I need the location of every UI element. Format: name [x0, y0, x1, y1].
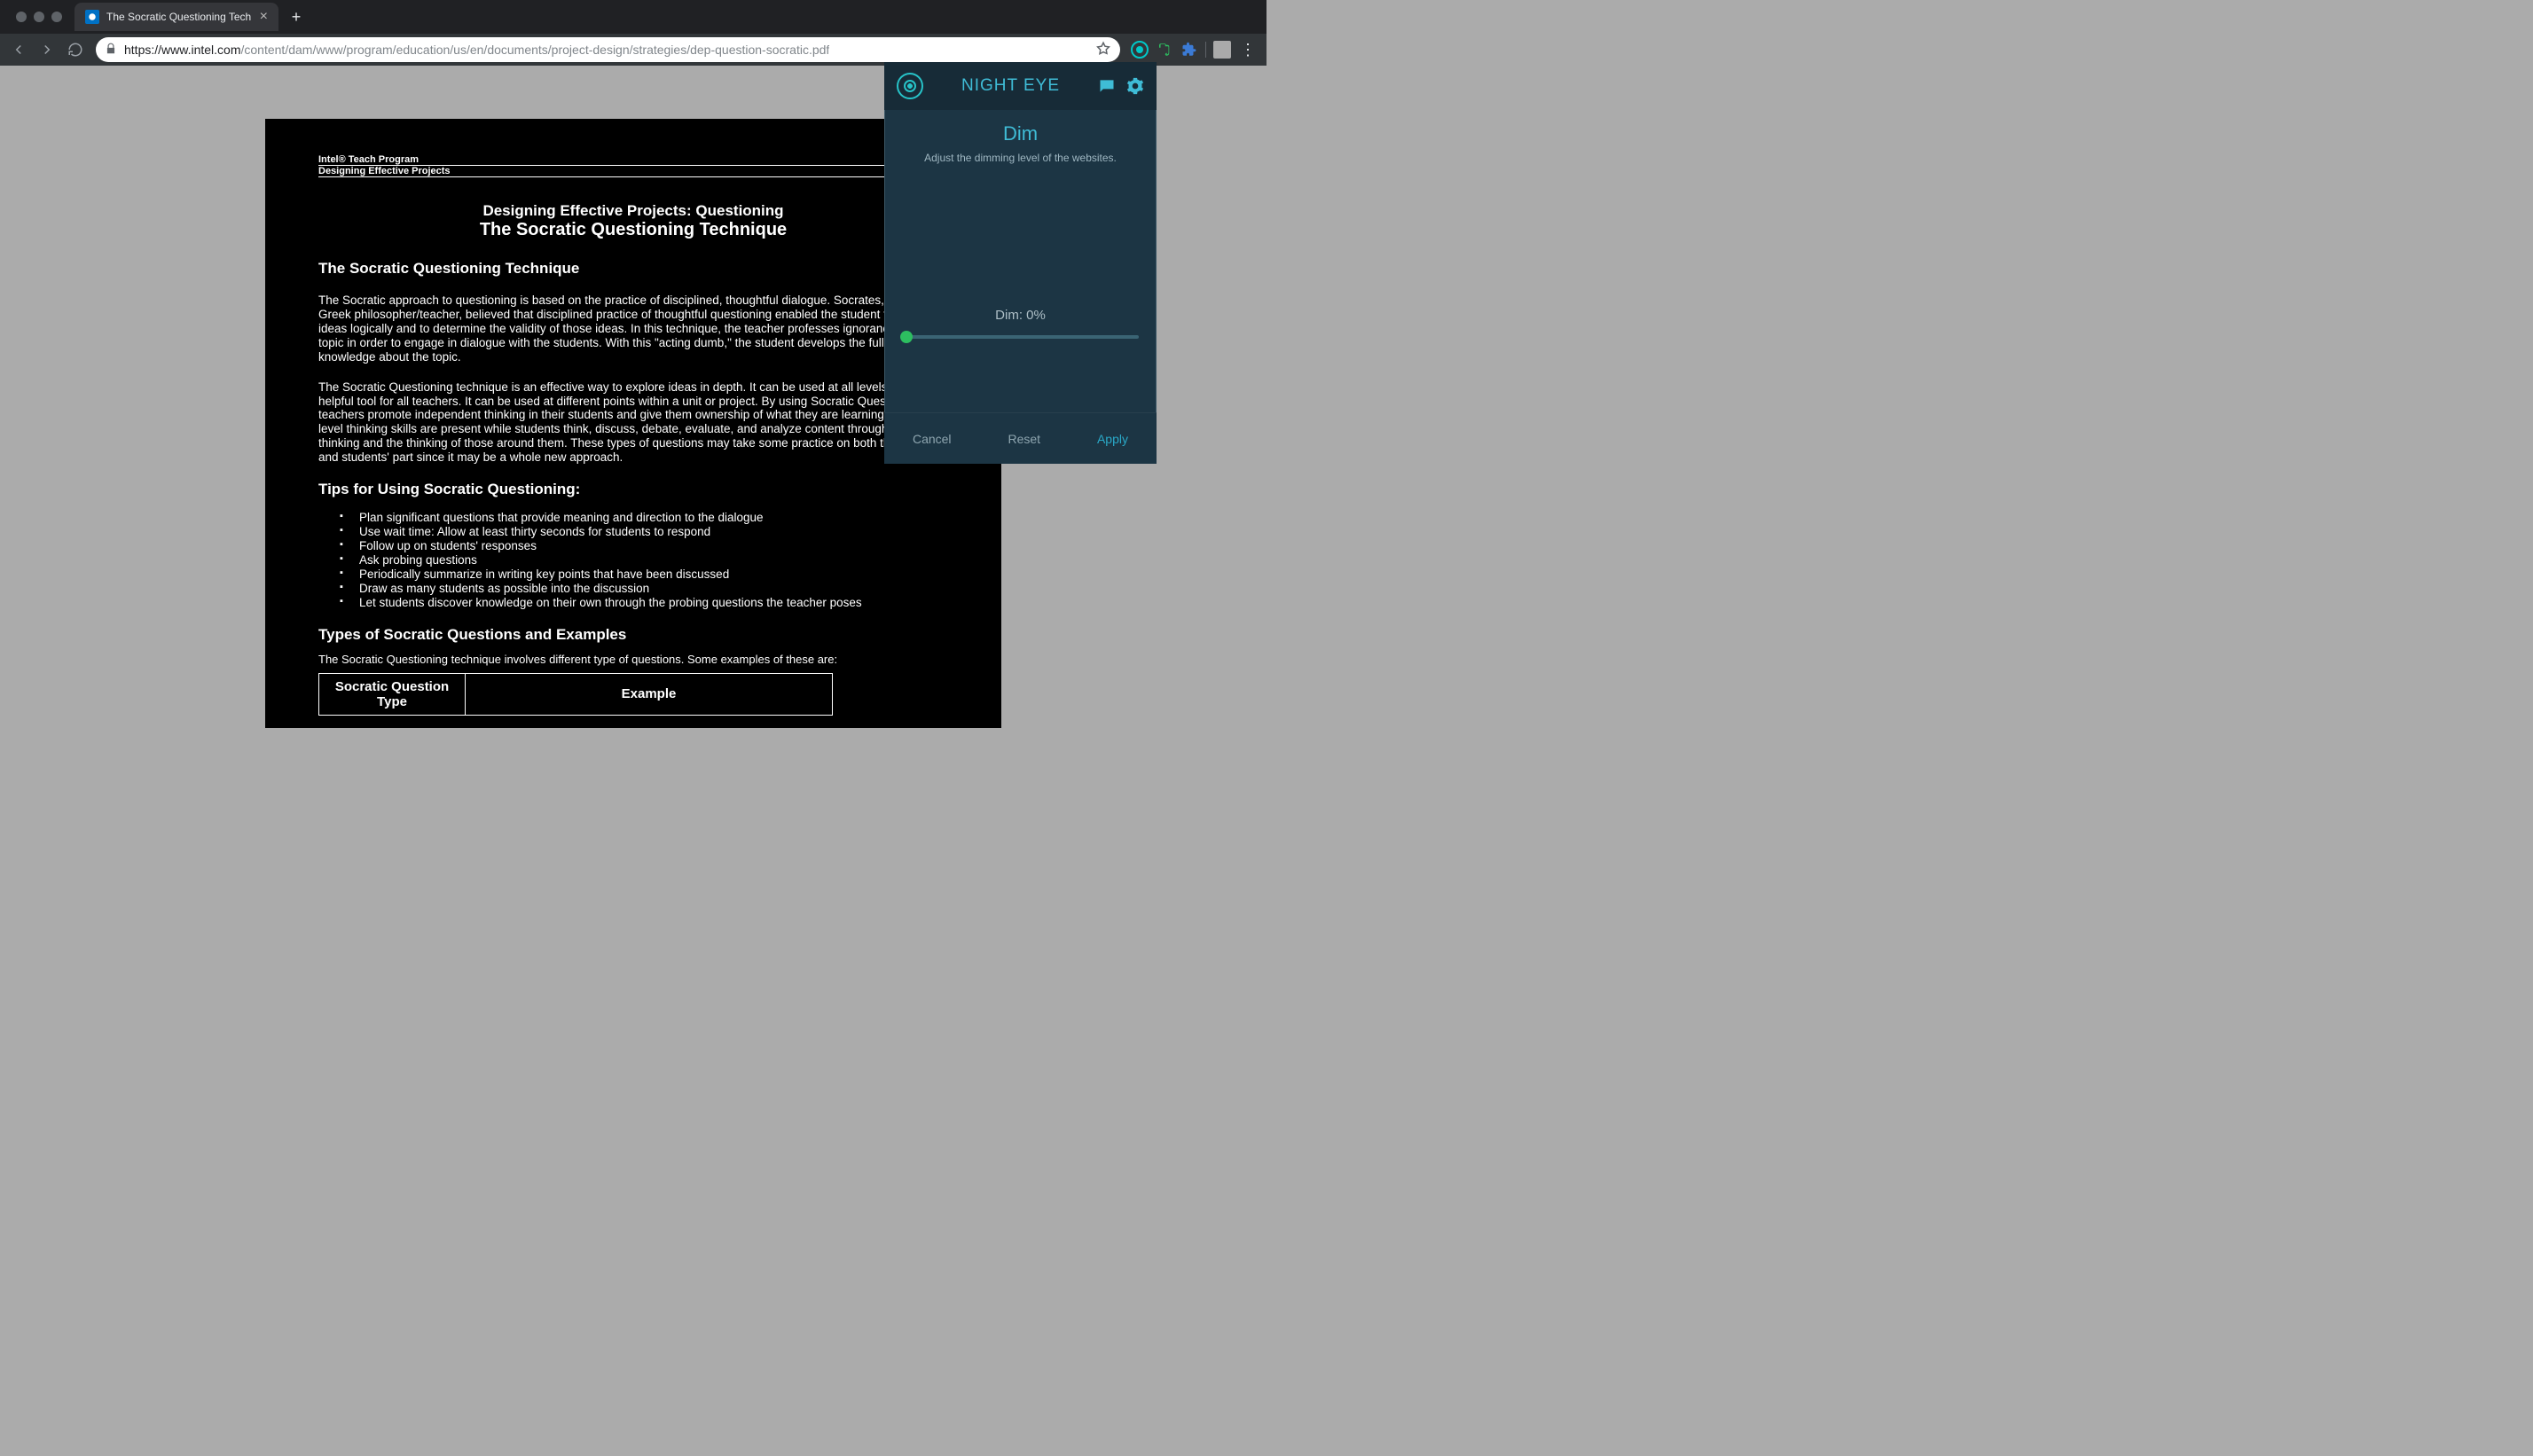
maximize-window-icon[interactable] [51, 12, 62, 22]
reload-button[interactable] [62, 36, 89, 63]
types-lead: The Socratic Questioning technique invol… [318, 653, 948, 666]
doc-title: Designing Effective Projects: Questionin… [318, 202, 948, 240]
profile-avatar[interactable] [1213, 41, 1231, 59]
url-path: /content/dam/www/program/education/us/en… [241, 43, 830, 57]
window-controls[interactable] [7, 12, 71, 22]
list-item: Follow up on students' responses [340, 539, 948, 553]
url-host: https://www.intel.com [124, 43, 241, 57]
extensions-row: ⋮ [1127, 41, 1261, 59]
popup-subtext: Adjust the dimming level of the websites… [902, 151, 1139, 166]
popup-brand: NIGHT EYE [961, 76, 1060, 96]
slider-thumb[interactable] [900, 331, 913, 343]
bookmark-star-icon[interactable] [1095, 41, 1111, 59]
night-eye-popup: NIGHT EYE Dim Adjust the dimming level o… [884, 62, 1157, 464]
address-bar[interactable]: https://www.intel.com/content/dam/www/pr… [96, 37, 1120, 62]
night-eye-extension-icon[interactable] [1131, 41, 1149, 59]
doc-title-line1: Designing Effective Projects: Questionin… [318, 202, 948, 220]
socratic-table: Socratic Question Type Example [318, 673, 833, 716]
paragraph-1: The Socratic approach to questioning is … [318, 294, 948, 364]
lock-icon [105, 43, 117, 58]
list-item: Ask probing questions [340, 553, 948, 568]
doc-title-line2: The Socratic Questioning Technique [318, 220, 948, 240]
minimize-window-icon[interactable] [34, 12, 44, 22]
list-item: Use wait time: Allow at least thirty sec… [340, 525, 948, 539]
feedback-icon[interactable] [1098, 77, 1116, 95]
tab-favicon [85, 10, 99, 24]
dim-slider-wrap [884, 323, 1157, 339]
section-heading: The Socratic Questioning Technique [318, 260, 948, 278]
extension-icon[interactable] [1180, 41, 1198, 59]
popup-footer: Cancel Reset Apply [884, 412, 1157, 464]
close-window-icon[interactable] [16, 12, 27, 22]
list-item: Periodically summarize in writing key po… [340, 568, 948, 582]
table-header-1: Socratic Question Type [319, 673, 466, 715]
browser-tab[interactable]: The Socratic Questioning Tech × [74, 3, 278, 31]
tab-title: The Socratic Questioning Tech [106, 11, 253, 23]
dim-slider[interactable] [902, 335, 1139, 339]
back-button[interactable] [5, 36, 32, 63]
doc-header: Intel® Teach Program Designing Effective… [318, 154, 948, 177]
list-item: Plan significant questions that provide … [340, 511, 948, 525]
close-tab-icon[interactable]: × [260, 9, 268, 25]
types-heading: Types of Socratic Questions and Examples [318, 626, 948, 644]
apply-button[interactable]: Apply [1097, 432, 1128, 446]
browser-menu-button[interactable]: ⋮ [1238, 41, 1258, 59]
reset-button[interactable]: Reset [1008, 432, 1040, 446]
doc-header-line2: Designing Effective Projects [318, 165, 948, 176]
forward-button[interactable] [34, 36, 60, 63]
popup-header: NIGHT EYE [884, 62, 1157, 110]
separator [1205, 42, 1206, 58]
new-tab-button[interactable]: + [284, 4, 309, 29]
dim-value-label: Dim: 0% [884, 308, 1157, 323]
evernote-extension-icon[interactable] [1156, 41, 1173, 59]
list-item: Let students discover knowledge on their… [340, 596, 948, 610]
tips-list: Plan significant questions that provide … [340, 511, 948, 609]
night-eye-logo-icon[interactable] [897, 73, 923, 99]
table-header-2: Example [466, 673, 833, 715]
popup-heading: Dim [902, 122, 1139, 145]
doc-header-line1: Intel® Teach Program [318, 154, 948, 165]
tips-heading: Tips for Using Socratic Questioning: [318, 481, 948, 498]
cancel-button[interactable]: Cancel [913, 432, 952, 446]
paragraph-2: The Socratic Questioning technique is an… [318, 380, 948, 466]
settings-gear-icon[interactable] [1126, 77, 1144, 95]
list-item: Draw as many students as possible into t… [340, 582, 948, 596]
tab-strip: The Socratic Questioning Tech × + [0, 0, 1266, 34]
popup-body: Dim Adjust the dimming level of the webs… [884, 110, 1157, 166]
toolbar: https://www.intel.com/content/dam/www/pr… [0, 34, 1266, 66]
